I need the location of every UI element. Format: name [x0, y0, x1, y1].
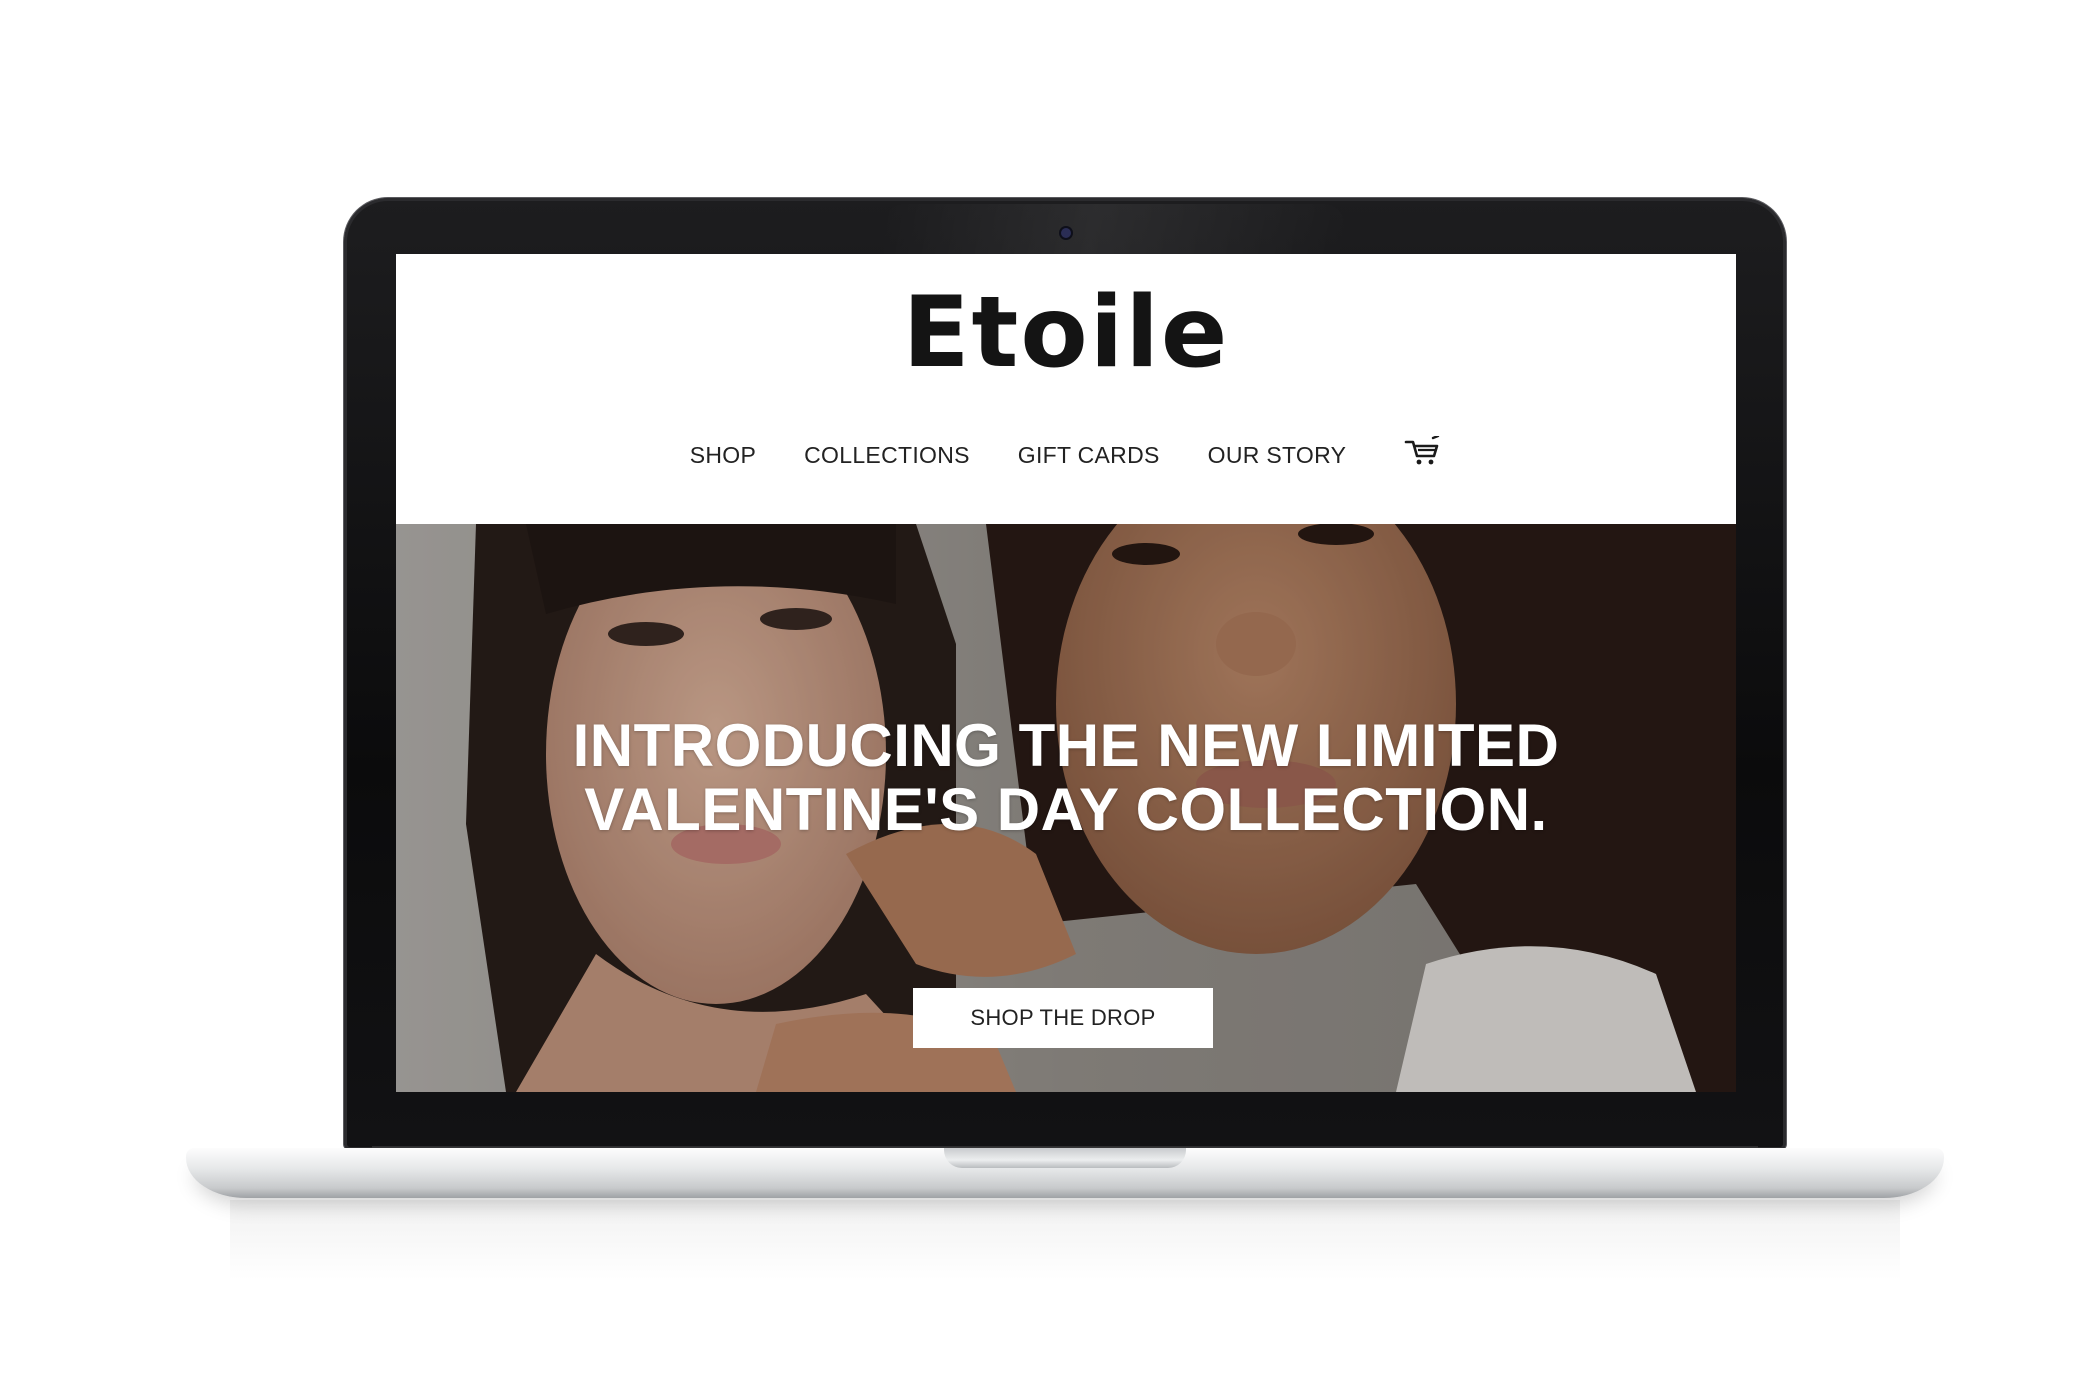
laptop-opening-notch — [944, 1148, 1186, 1168]
hero-headline-line-1: INTRODUCING THE NEW LIMITED — [572, 712, 1560, 779]
nav-item-our-story[interactable]: OUR STORY — [1208, 442, 1347, 469]
laptop-reflection — [230, 1200, 1900, 1280]
camera-icon — [1061, 228, 1071, 238]
laptop-mockup: Etoile SHOP COLLECTIONS GIFT CARDS OUR S… — [0, 0, 2100, 1400]
laptop-lid: Etoile SHOP COLLECTIONS GIFT CARDS OUR S… — [344, 198, 1786, 1150]
laptop-screen: Etoile SHOP COLLECTIONS GIFT CARDS OUR S… — [396, 254, 1736, 1092]
shopping-cart-icon[interactable] — [1404, 434, 1442, 466]
nav-item-gift-cards[interactable]: GIFT CARDS — [1018, 442, 1160, 469]
main-nav: SHOP COLLECTIONS GIFT CARDS OUR STORY — [396, 434, 1736, 470]
hero-banner: INTRODUCING THE NEW LIMITED VALENTINE'S … — [396, 524, 1736, 1092]
hero-headline-line-2: VALENTINE'S DAY COLLECTION. — [584, 776, 1548, 843]
shop-the-drop-button[interactable]: SHOP THE DROP — [913, 988, 1213, 1048]
site-header: Etoile SHOP COLLECTIONS GIFT CARDS OUR S… — [396, 254, 1736, 524]
brand-logo[interactable]: Etoile — [396, 284, 1736, 382]
nav-item-collections[interactable]: COLLECTIONS — [804, 442, 970, 469]
hero-headline: INTRODUCING THE NEW LIMITED VALENTINE'S … — [396, 714, 1736, 842]
nav-item-shop[interactable]: SHOP — [690, 442, 756, 469]
